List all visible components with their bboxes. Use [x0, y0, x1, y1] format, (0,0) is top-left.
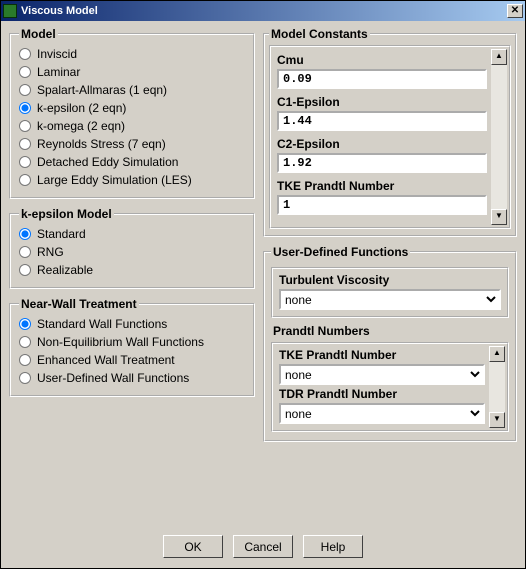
label-ke-rng: RNG — [37, 245, 64, 259]
nw-option-noneq[interactable]: Non-Equilibrium Wall Functions — [19, 333, 245, 351]
turb-visc-box: Turbulent Viscosity none — [271, 267, 509, 318]
tdr-pr-label: TDR Prandtl Number — [279, 387, 485, 401]
model-option-des[interactable]: Detached Eddy Simulation — [19, 153, 245, 171]
scroll-up-icon[interactable]: ▲ — [491, 49, 507, 65]
tke-prandtl-label: TKE Prandtl Number — [277, 179, 487, 193]
cmu-input[interactable] — [277, 69, 487, 89]
label-spalart: Spalart-Allmaras (1 eqn) — [37, 83, 167, 97]
c1eps-label: C1-Epsilon — [277, 95, 487, 109]
ok-button[interactable]: OK — [163, 535, 223, 558]
radio-reynolds[interactable] — [19, 138, 31, 150]
label-nw-noneq: Non-Equilibrium Wall Functions — [37, 335, 204, 349]
radio-nw-udf[interactable] — [19, 372, 31, 384]
c1eps-input[interactable] — [277, 111, 487, 131]
c2eps-input[interactable] — [277, 153, 487, 173]
radio-spalart[interactable] — [19, 84, 31, 96]
tke-pr-label: TKE Prandtl Number — [279, 348, 485, 362]
radio-les[interactable] — [19, 174, 31, 186]
constants-scrollbox: Cmu C1-Epsilon C2-Epsilon TKE Prand — [269, 45, 511, 229]
model-option-spalart[interactable]: Spalart-Allmaras (1 eqn) — [19, 81, 245, 99]
nw-option-standard[interactable]: Standard Wall Functions — [19, 315, 245, 333]
model-option-les[interactable]: Large Eddy Simulation (LES) — [19, 171, 245, 189]
prandtl-heading: Prandtl Numbers — [273, 324, 509, 338]
ke-model-heading: k-epsilon Model — [19, 207, 114, 221]
radio-ke-rng[interactable] — [19, 246, 31, 258]
ke-option-rng[interactable]: RNG — [19, 243, 245, 261]
label-ke-realizable: Realizable — [37, 263, 93, 277]
nw-option-udf[interactable]: User-Defined Wall Functions — [19, 369, 245, 387]
scroll-up-icon[interactable]: ▲ — [489, 346, 505, 362]
radio-kepsilon[interactable] — [19, 102, 31, 114]
model-option-komega[interactable]: k-omega (2 eqn) — [19, 117, 245, 135]
radio-nw-enhanced[interactable] — [19, 354, 31, 366]
titlebar: Viscous Model ✕ — [1, 1, 525, 21]
dialog-buttons: OK Cancel Help — [9, 527, 517, 564]
label-komega: k-omega (2 eqn) — [37, 119, 125, 133]
radio-nw-noneq[interactable] — [19, 336, 31, 348]
tke-pr-select[interactable]: none — [279, 364, 485, 385]
radio-ke-realizable[interactable] — [19, 264, 31, 276]
near-wall-heading: Near-Wall Treatment — [19, 297, 139, 311]
model-option-inviscid[interactable]: Inviscid — [19, 45, 245, 63]
radio-inviscid[interactable] — [19, 48, 31, 60]
model-heading: Model — [19, 27, 58, 41]
cmu-label: Cmu — [277, 53, 487, 67]
cancel-button[interactable]: Cancel — [233, 535, 293, 558]
tdr-pr-select[interactable]: none — [279, 403, 485, 424]
nw-option-enhanced[interactable]: Enhanced Wall Treatment — [19, 351, 245, 369]
model-option-kepsilon[interactable]: k-epsilon (2 eqn) — [19, 99, 245, 117]
label-nw-udf: User-Defined Wall Functions — [37, 371, 189, 385]
label-inviscid: Inviscid — [37, 47, 77, 61]
ke-option-standard[interactable]: Standard — [19, 225, 245, 243]
radio-nw-standard[interactable] — [19, 318, 31, 330]
label-reynolds: Reynolds Stress (7 eqn) — [37, 137, 166, 151]
close-icon[interactable]: ✕ — [507, 4, 523, 18]
window-title: Viscous Model — [21, 5, 507, 17]
udf-heading: User-Defined Functions — [271, 245, 410, 259]
prandtl-scrollbox: TKE Prandtl Number none TDR Prandtl Numb… — [271, 342, 509, 432]
ke-option-realizable[interactable]: Realizable — [19, 261, 245, 279]
label-ke-standard: Standard — [37, 227, 86, 241]
scroll-down-icon[interactable]: ▼ — [489, 412, 505, 428]
radio-des[interactable] — [19, 156, 31, 168]
near-wall-group: Near-Wall Treatment Standard Wall Functi… — [9, 297, 255, 397]
scroll-track[interactable] — [491, 65, 507, 209]
radio-komega[interactable] — [19, 120, 31, 132]
c2eps-label: C2-Epsilon — [277, 137, 487, 151]
constants-group: Model Constants Cmu C1-Epsilon C2-Epsilo… — [263, 27, 517, 237]
constants-heading: Model Constants — [269, 27, 370, 41]
help-button[interactable]: Help — [303, 535, 363, 558]
radio-laminar[interactable] — [19, 66, 31, 78]
label-kepsilon: k-epsilon (2 eqn) — [37, 101, 126, 115]
label-les: Large Eddy Simulation (LES) — [37, 173, 192, 187]
prandtl-scrollbar[interactable]: ▲ ▼ — [489, 346, 505, 428]
turb-visc-label: Turbulent Viscosity — [279, 273, 501, 287]
viscous-model-dialog: Viscous Model ✕ Model Inviscid Laminar — [0, 0, 526, 569]
model-option-laminar[interactable]: Laminar — [19, 63, 245, 81]
model-option-reynolds[interactable]: Reynolds Stress (7 eqn) — [19, 135, 245, 153]
turb-visc-select[interactable]: none — [279, 289, 501, 310]
scroll-track[interactable] — [489, 362, 505, 412]
label-nw-enhanced: Enhanced Wall Treatment — [37, 353, 175, 367]
model-group: Model Inviscid Laminar Spalart-Allmaras … — [9, 27, 255, 199]
radio-ke-standard[interactable] — [19, 228, 31, 240]
app-icon — [3, 4, 17, 18]
scroll-down-icon[interactable]: ▼ — [491, 209, 507, 225]
udf-group: User-Defined Functions Turbulent Viscosi… — [263, 245, 517, 442]
tke-prandtl-input[interactable] — [277, 195, 487, 215]
constants-scrollbar[interactable]: ▲ ▼ — [491, 49, 507, 225]
ke-model-group: k-epsilon Model Standard RNG Realizable — [9, 207, 255, 289]
label-des: Detached Eddy Simulation — [37, 155, 178, 169]
label-nw-standard: Standard Wall Functions — [37, 317, 167, 331]
label-laminar: Laminar — [37, 65, 80, 79]
